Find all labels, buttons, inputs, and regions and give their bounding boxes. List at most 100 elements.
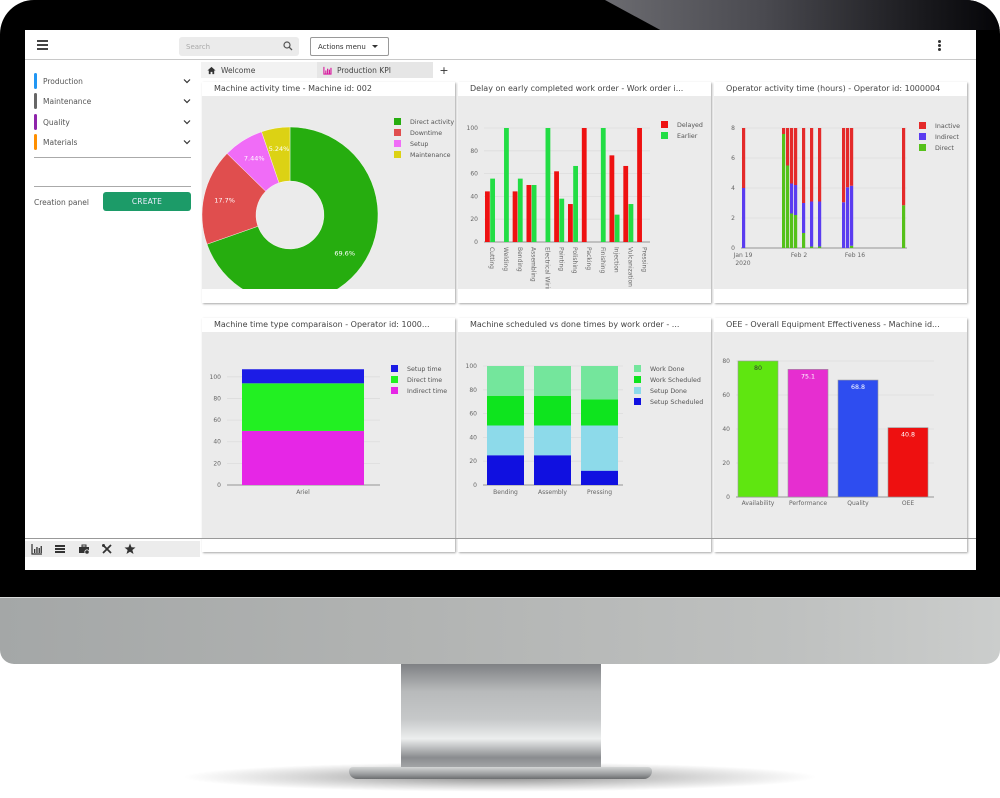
chevron-down-icon[interactable] (183, 118, 191, 126)
tab-welcome[interactable]: Welcome (201, 62, 317, 78)
y-tick-label: 4 (731, 185, 735, 192)
x-tick-label: OEE (902, 500, 915, 507)
bar (517, 178, 523, 242)
creation-panel-label: Creation panel (34, 198, 89, 207)
sidebar-item-label: Quality (43, 117, 70, 127)
y-tick-label: 60 (470, 171, 478, 178)
bar-segment (846, 187, 850, 248)
bar-segment (850, 245, 854, 248)
tab-bar: Welcome Production KPI + (201, 62, 976, 78)
y-tick-label: 20 (213, 460, 221, 467)
x-tick-label: Availability (742, 500, 775, 507)
y-tick-label: 80 (469, 387, 477, 394)
bar (504, 128, 509, 242)
bar (581, 128, 587, 242)
bar (573, 165, 578, 242)
list-icon[interactable] (54, 543, 66, 555)
x-tick-label: Assembling (530, 247, 537, 282)
sidebar-item-materials[interactable]: Materials (34, 133, 191, 151)
x-tick-label: Ariel (296, 489, 310, 496)
panel-title: Delay on early completed work order - Wo… (458, 82, 711, 96)
app-screen: Actions menu Production Maintenance Qual… (25, 30, 976, 570)
bar (512, 191, 518, 242)
slice-label: 7.44% (244, 154, 265, 162)
x-tick-label: Jan 19 (733, 252, 753, 259)
sidebar-item-maintenance[interactable]: Maintenance (34, 92, 191, 110)
x-tick-label: Cutting (488, 247, 495, 269)
chevron-down-icon[interactable] (183, 138, 191, 146)
legend-swatch (919, 122, 926, 129)
panel-title: Machine activity time - Machine id: 002 (202, 82, 455, 96)
actions-menu-button[interactable]: Actions menu (310, 37, 389, 56)
panel-footer (458, 538, 711, 552)
bar-segment (902, 205, 906, 248)
bezel-gloss (605, 0, 1000, 30)
x-tick-label: Vulcanization (627, 247, 634, 287)
monitor-stand (401, 664, 601, 774)
y-tick-label: 0 (217, 482, 221, 489)
bar-segment (534, 395, 571, 426)
star-icon[interactable] (124, 543, 136, 555)
legend-swatch (634, 387, 641, 394)
search-input[interactable] (179, 37, 279, 56)
sidebar-divider (34, 186, 191, 187)
panel-operator-activity: Operator activity time (hours) - Operato… (714, 82, 967, 303)
legend-label: Maintenance (410, 152, 451, 159)
chevron-down-icon[interactable] (183, 77, 191, 85)
legend-label: Downtime (410, 130, 442, 137)
category-color-bar (34, 134, 37, 150)
x-tick-label: Feb 2 (791, 252, 808, 259)
sidebar-item-production[interactable]: Production (34, 72, 191, 90)
tools-icon[interactable] (101, 543, 113, 555)
sidebar-item-quality[interactable]: Quality (34, 113, 191, 131)
bar-segment (790, 213, 794, 248)
legend-swatch (634, 398, 641, 405)
bar-segment (846, 128, 850, 188)
legend-swatch (661, 132, 668, 139)
toolbox-icon[interactable] (78, 543, 90, 555)
y-tick-label: 8 (731, 125, 735, 132)
bar (600, 128, 606, 242)
sidebar-item-label: Production (43, 76, 83, 86)
chevron-down-icon[interactable] (183, 97, 191, 105)
y-tick-label: 60 (469, 411, 477, 418)
panel-title: Operator activity time (hours) - Operato… (714, 82, 967, 96)
legend-label: Setup (410, 141, 428, 148)
chart-icon[interactable] (31, 543, 43, 555)
bar (737, 360, 779, 498)
bar-segment (534, 455, 571, 485)
x-tick-label: Polishing (571, 247, 578, 274)
panel-footer (714, 538, 967, 552)
panel-scheduled-vs-done: Machine scheduled vs done times by work … (458, 318, 711, 552)
sidebar-item-label: Materials (43, 137, 78, 147)
bar-segment (794, 215, 798, 248)
hamburger-icon[interactable] (37, 40, 48, 50)
search-box[interactable] (179, 37, 299, 56)
bar-segment (581, 470, 618, 485)
legend-swatch (394, 129, 401, 136)
bar-segment (487, 425, 524, 456)
x-tick-label: Injection (613, 247, 620, 273)
bar (837, 379, 879, 498)
search-icon[interactable] (283, 41, 293, 51)
bar (531, 185, 537, 242)
bar (623, 165, 629, 242)
bar-segment (810, 246, 814, 248)
tab-production-kpi[interactable]: Production KPI (317, 62, 433, 78)
y-tick-label: 40 (470, 193, 478, 200)
y-tick-label: 0 (726, 494, 730, 501)
bar-segment (242, 430, 364, 485)
bar-segment (842, 202, 846, 248)
x-tick-label: Finishing (599, 247, 606, 274)
legend-swatch (661, 121, 668, 128)
legend-swatch (391, 365, 398, 372)
panel-footer (202, 289, 455, 303)
panel-title: OEE - Overall Equipment Effectiveness - … (714, 318, 967, 332)
create-button[interactable]: CREATE (103, 192, 191, 211)
add-tab-button[interactable]: + (437, 62, 451, 78)
x-tick-label: Assembly (538, 489, 567, 496)
stacked-bar-chart: 0 20 40 60 80 100 Bending Assembly Pressing Work … (466, 363, 704, 496)
bar-segment (242, 369, 364, 384)
kebab-icon[interactable] (938, 40, 942, 52)
y-tick-label: 100 (467, 125, 479, 132)
